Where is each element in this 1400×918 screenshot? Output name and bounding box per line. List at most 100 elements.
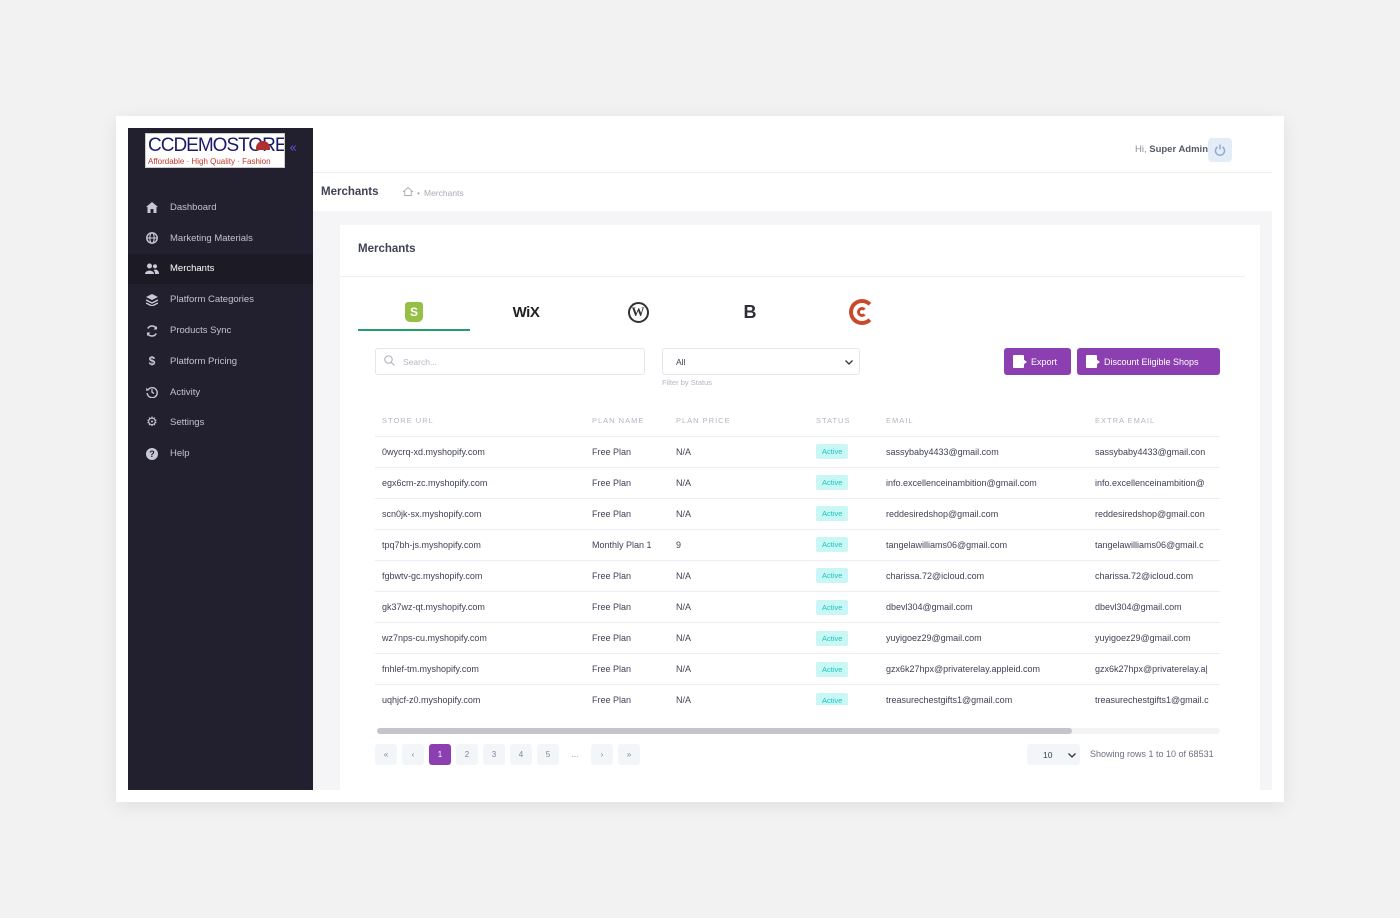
breadcrumb-merchants[interactable]: Merchants — [424, 188, 464, 198]
status-filter-hint: Filter by Status — [662, 378, 713, 387]
pagination: « ‹ 1 2 3 4 5 ... › » — [375, 744, 640, 765]
status-badge: Active — [816, 444, 849, 460]
plan-name-cell: Free Plan — [585, 591, 669, 624]
chevron-down-icon — [1068, 750, 1076, 760]
page-size-select[interactable]: 10 — [1027, 744, 1080, 765]
page-button-3[interactable]: 3 — [483, 744, 505, 765]
plan-price-cell: N/A — [669, 684, 809, 705]
file-export-icon — [1013, 355, 1027, 368]
table-row[interactable]: tpq7bh-js.myshopify.com Monthly Plan 1 9… — [375, 529, 1220, 561]
table-row[interactable]: 0wycrq-xd.myshopify.com Free Plan N/A Ac… — [375, 436, 1220, 468]
column-header-store-url[interactable]: STORE URL — [375, 405, 585, 437]
status-cell: Active — [809, 591, 879, 624]
tab-bigcommerce[interactable]: B — [694, 293, 806, 331]
table-row[interactable]: fgbwtv-gc.myshopify.com Free Plan N/A Ac… — [375, 560, 1220, 592]
double-chevron-left-icon[interactable]: « — [289, 142, 297, 155]
store-logo[interactable]: CCDEMOSTORE Affordable · High Quality · … — [145, 133, 285, 168]
column-header-plan-name[interactable]: PLAN NAME — [585, 405, 669, 437]
sidebar-item-label: Platform Categories — [170, 294, 254, 306]
dollar-icon: $ — [148, 354, 156, 369]
status-filter-value: All — [676, 356, 686, 367]
sidebar-item-products-sync[interactable]: Products Sync — [128, 315, 313, 346]
card-title: Merchants — [358, 243, 416, 255]
sync-icon — [145, 324, 159, 338]
tab-wordpress[interactable]: W — [582, 293, 694, 331]
email-cell: reddesiredshop@gmail.com — [879, 498, 1088, 530]
plan-name-cell: Free Plan — [585, 436, 669, 468]
status-badge: Active — [816, 537, 849, 553]
history-icon — [145, 385, 159, 399]
tab-wix[interactable]: WiX — [470, 293, 582, 331]
store-url-cell: fgbwtv-gc.myshopify.com — [375, 560, 585, 592]
plan-name-cell: Free Plan — [585, 653, 669, 686]
column-header-status[interactable]: STATUS — [809, 405, 879, 437]
table-row[interactable]: gk37wz-qt.myshopify.com Free Plan N/A Ac… — [375, 591, 1220, 624]
sidebar-item-platform-categories[interactable]: Platform Categories — [128, 284, 313, 315]
sidebar-item-merchants[interactable]: Merchants — [128, 253, 313, 285]
extra-email-cell: reddesiredshop@gmail.con — [1088, 498, 1220, 530]
page-button-4[interactable]: 4 — [510, 744, 532, 765]
breadcrumb-separator: • — [417, 188, 420, 198]
status-filter-select[interactable]: All — [662, 348, 860, 375]
email-cell: dbevl304@gmail.com — [879, 591, 1088, 624]
sidebar-item-dashboard[interactable]: Dashboard — [128, 192, 313, 223]
plan-price-cell: N/A — [669, 436, 809, 468]
status-badge: Active — [816, 630, 849, 646]
tab-shopify[interactable]: S — [358, 293, 470, 331]
search-input[interactable] — [403, 356, 623, 367]
sidebar-item-platform-pricing[interactable]: $ Platform Pricing — [128, 346, 313, 377]
sidebar-item-label: Products Sync — [170, 325, 232, 337]
scrollbar-thumb[interactable] — [377, 728, 1072, 734]
status-badge: Active — [816, 599, 849, 615]
page-button-5[interactable]: 5 — [537, 744, 559, 765]
sidebar-item-marketing-materials[interactable]: Marketing Materials — [128, 223, 313, 254]
page-button-1[interactable]: 1 — [429, 744, 451, 765]
sidebar-item-help[interactable]: ? Help — [128, 438, 313, 469]
sidebar-item-settings[interactable]: ⚙ Settings — [128, 408, 313, 439]
plan-price-cell: N/A — [669, 560, 809, 592]
discount-label: Discount Eligible Shops — [1104, 356, 1199, 367]
table-row[interactable]: scn0jk-sx.myshopify.com Free Plan N/A Ac… — [375, 498, 1220, 530]
email-cell: sassybaby4433@gmail.com — [879, 436, 1088, 468]
first-page-button[interactable]: « — [375, 744, 397, 765]
horizontal-scrollbar[interactable] — [377, 728, 1220, 734]
power-icon[interactable] — [1208, 138, 1232, 162]
next-page-button[interactable]: › — [591, 744, 613, 765]
sidebar-item-label: Platform Pricing — [170, 355, 238, 367]
rows-info: Showing rows 1 to 10 of 68531 — [1090, 749, 1214, 759]
table-row[interactable]: fnhlef-tm.myshopify.com Free Plan N/A Ac… — [375, 653, 1220, 686]
logo-tagline: Affordable · High Quality · Fashion — [148, 157, 271, 166]
last-page-button[interactable]: » — [618, 744, 640, 765]
user-name: Super Admin — [1149, 144, 1208, 155]
home-icon[interactable] — [402, 186, 414, 199]
table-row[interactable]: uqhjcf-z0.myshopify.com Free Plan N/A Ac… — [375, 684, 1220, 705]
status-badge: Active — [816, 568, 849, 584]
column-header-email[interactable]: EMAIL — [879, 405, 1088, 437]
sidebar-item-activity[interactable]: Activity — [128, 377, 313, 408]
plan-price-cell: N/A — [669, 467, 809, 499]
status-cell: Active — [809, 467, 879, 499]
store-url-cell: 0wycrq-xd.myshopify.com — [375, 436, 585, 468]
bigcommerce-icon: B — [743, 301, 757, 322]
discount-eligible-shops-button[interactable]: Discount Eligible Shops — [1077, 348, 1220, 375]
plan-name-cell: Free Plan — [585, 560, 669, 592]
previous-page-button[interactable]: ‹ — [402, 744, 424, 765]
export-button[interactable]: Export — [1004, 348, 1071, 375]
merchants-table: STORE URL PLAN NAME PLAN PRICE STATUS EM… — [375, 405, 1220, 705]
page-button-2[interactable]: 2 — [456, 744, 478, 765]
table-row[interactable]: egx6cm-zc.myshopify.com Free Plan N/A Ac… — [375, 467, 1220, 499]
logo-mark — [256, 141, 270, 150]
shopify-icon: S — [405, 302, 423, 322]
column-header-plan-price[interactable]: PLAN PRICE — [669, 405, 809, 437]
store-url-cell: fnhlef-tm.myshopify.com — [375, 653, 585, 686]
tab-cc[interactable] — [806, 293, 918, 331]
user-greeting[interactable]: Hi, Super Admin — [1135, 144, 1208, 155]
column-header-extra-email[interactable]: EXTRA EMAIL — [1088, 405, 1220, 437]
gear-icon: ⚙ — [146, 415, 158, 431]
subheader: Merchants • Merchants — [313, 172, 1272, 211]
status-cell: Active — [809, 529, 879, 561]
sidebar-nav: Dashboard Marketing Materials Merchants … — [128, 192, 313, 469]
merchants-table-container[interactable]: STORE URL PLAN NAME PLAN PRICE STATUS EM… — [375, 405, 1220, 705]
table-row[interactable]: wz7nps-cu.myshopify.com Free Plan N/A Ac… — [375, 622, 1220, 655]
sidebar-item-label: Merchants — [170, 263, 215, 275]
